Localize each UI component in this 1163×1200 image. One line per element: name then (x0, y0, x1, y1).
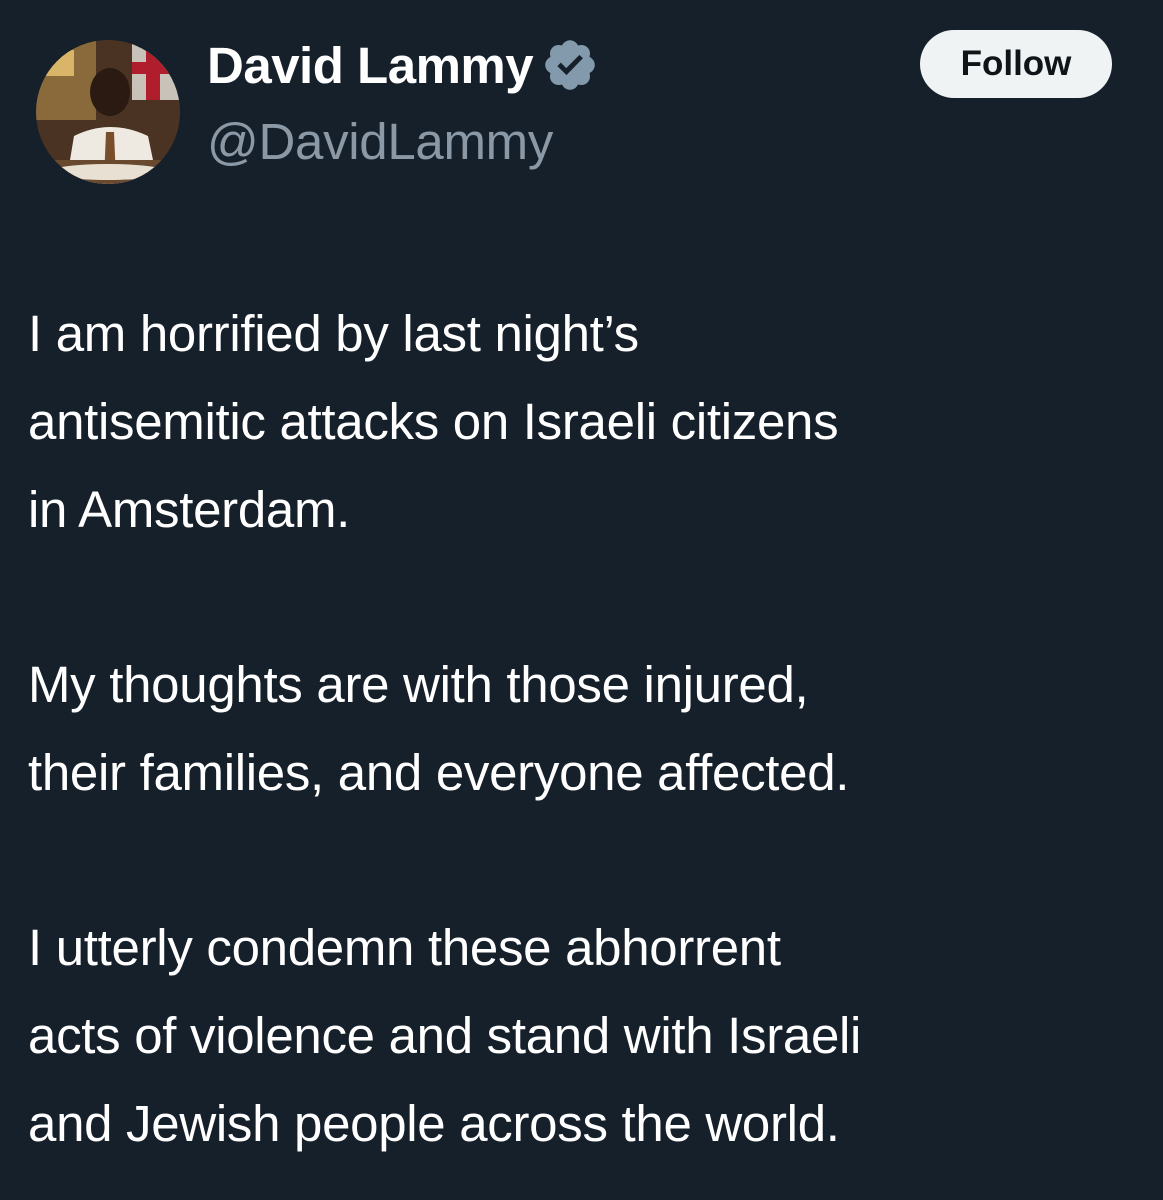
tweet-body: I am horrified by last night’s antisemit… (28, 290, 1138, 1168)
avatar[interactable] (36, 40, 180, 184)
display-name[interactable]: David Lammy (207, 36, 534, 95)
tweet-line: I am horrified by last night’s (28, 305, 639, 362)
tweet-header: David Lammy @DavidLammy Follow (0, 0, 1163, 200)
follow-button[interactable]: Follow (920, 30, 1112, 98)
tweet-line: My thoughts are with those injured, (28, 656, 809, 713)
name-row: David Lammy (207, 30, 599, 100)
tweet-line: antisemitic attacks on Israeli citizens (28, 393, 839, 450)
tweet-line: in Amsterdam. (28, 481, 351, 538)
verified-badge-icon[interactable] (541, 36, 599, 94)
tweet-line: and Jewish people across the world. (28, 1095, 840, 1152)
avatar-image (36, 40, 180, 184)
tweet-line: their families, and everyone affected. (28, 744, 850, 801)
tweet-card: David Lammy @DavidLammy Follow I am horr… (0, 0, 1163, 1200)
tweet-paragraph-3: I utterly condemn these abhorrent acts o… (28, 904, 1138, 1168)
tweet-paragraph-1: I am horrified by last night’s antisemit… (28, 290, 1138, 554)
tweet-line: acts of violence and stand with Israeli (28, 1007, 862, 1064)
tweet-paragraph-2: My thoughts are with those injured, thei… (28, 641, 1138, 817)
user-handle[interactable]: @DavidLammy (207, 112, 553, 171)
tweet-line: I utterly condemn these abhorrent (28, 919, 781, 976)
